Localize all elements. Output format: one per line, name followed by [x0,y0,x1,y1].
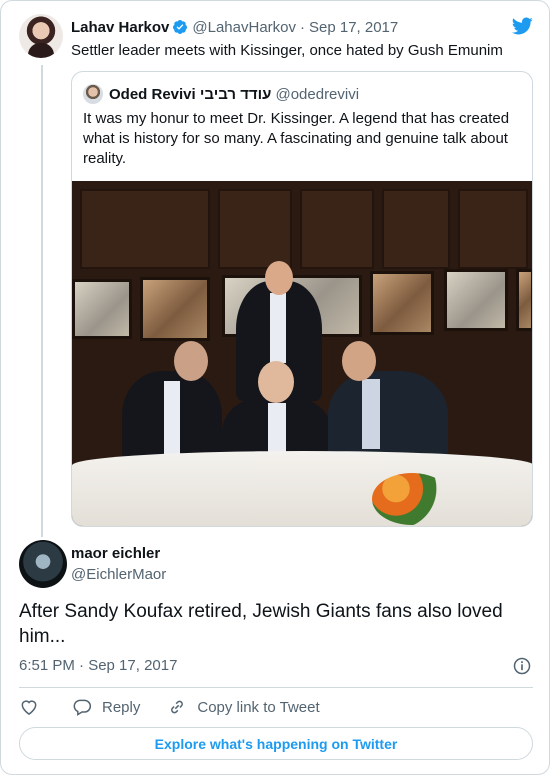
author-handle[interactable]: @LahavHarkov [192,19,296,36]
standing-man-head [265,261,293,295]
verified-badge-icon [173,20,188,34]
wall-panel [382,189,450,269]
reply-text: After Sandy Koufax retired, Jewish Giant… [19,601,503,647]
explore-twitter-button[interactable]: Explore what's happening on Twitter [19,727,533,760]
seated-man-right-head [342,341,376,381]
copy-link-label: Copy link to Tweet [197,698,320,716]
wall-panel [218,189,292,269]
tweet-text: Settler leader meets with Kissinger, onc… [71,42,503,59]
seated-man-left-shirt [164,381,180,461]
quoted-author-name: Oded Revivi עודד רביבי [109,85,272,103]
separator-dot: · [300,18,305,36]
twitter-bird-icon[interactable] [510,15,534,37]
copy-link-button[interactable]: Copy link to Tweet [167,697,320,717]
wall-panel [458,189,528,269]
quoted-author-avatar [83,84,103,104]
seated-man-right-shirt [362,379,380,449]
actions-divider [19,687,533,688]
quoted-tweet[interactable]: Oded Revivi עודד רביבי @odedrevivi It wa… [71,71,533,527]
thread-connector-line [41,65,43,537]
wall-photograph [370,271,434,335]
dining-table [72,451,532,526]
like-button[interactable] [19,697,39,717]
wall-photograph [444,269,508,331]
reply-author-avatar[interactable] [19,540,67,588]
tweet-photo[interactable] [72,181,532,526]
wall-photograph [140,277,210,341]
standing-man-shirt [270,293,286,363]
reply-author-name[interactable]: maor eichler [71,545,160,562]
tweet-header: Lahav Harkov @LahavHarkov · Sep 17, 2017 [71,17,398,37]
heart-icon [21,700,37,715]
reply-timestamp[interactable]: 6:51 PM · Sep 17, 2017 [19,657,177,674]
flower-arrangement [372,473,452,525]
author-avatar[interactable] [19,14,63,58]
info-icon[interactable] [512,656,532,676]
reply-button[interactable]: Reply [72,697,140,717]
wall-panel [300,189,374,269]
reply-bubble-icon [73,699,92,716]
quoted-author-handle: @odedrevivi [275,85,360,103]
embedded-tweet-card: Lahav Harkov @LahavHarkov · Sep 17, 2017… [0,0,550,775]
seated-man-left-head [174,341,208,381]
wall-panel [80,189,210,269]
wall-photograph [516,269,532,331]
reply-label: Reply [102,698,141,716]
quoted-tweet-header: Oded Revivi עודד רביבי @odedrevivi [83,84,359,104]
seated-man-center-head [258,361,294,403]
quoted-tweet-text: It was my honur to meet Dr. Kissinger. A… [83,110,510,167]
author-name[interactable]: Lahav Harkov [71,19,169,36]
tweet-date[interactable]: Sep 17, 2017 [309,19,398,36]
link-icon [171,700,184,714]
wall-photograph [72,279,132,339]
reply-author-handle[interactable]: @EichlerMaor [71,566,166,583]
tweet-actions: Reply Copy link to Tweet [19,696,320,718]
